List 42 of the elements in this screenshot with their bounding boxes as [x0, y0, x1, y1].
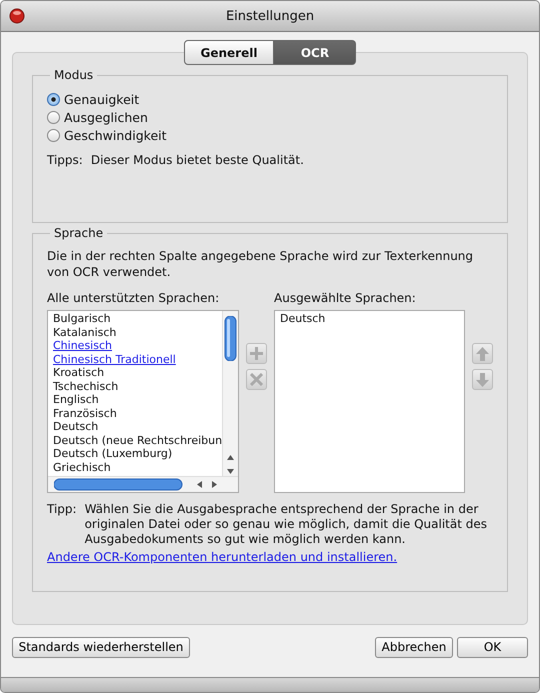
list-item[interactable]: Bulgarisch [48, 312, 224, 326]
list-item[interactable]: Deutsch (neue Rechtschreibun [48, 434, 224, 447]
reset-button[interactable]: Standards wiederherstellen [12, 636, 190, 658]
radio-button[interactable] [47, 110, 60, 124]
radio-option[interactable]: Geschwindigkeit [47, 126, 493, 144]
download-link[interactable]: Andere OCR-Komponenten herunterladen und installieren. [47, 550, 493, 564]
list-item[interactable]: Deutsch [275, 312, 451, 326]
down-arrow-icon [476, 372, 489, 386]
list-item[interactable]: Griechisch [48, 460, 224, 474]
radio-button[interactable] [47, 92, 60, 106]
list-item[interactable]: Tschechisch [48, 380, 224, 393]
scroll-thumb[interactable] [224, 316, 237, 361]
tab[interactable]: Generell [184, 40, 274, 65]
ok-button[interactable]: OK [457, 636, 528, 658]
group-title: Sprache [50, 225, 108, 241]
list-item[interactable]: Chinesisch Traditionell [48, 352, 224, 366]
radio-option[interactable]: Genauigkeit [47, 90, 493, 108]
close-icon[interactable] [9, 8, 25, 24]
list-item[interactable]: Katalanisch [48, 326, 224, 339]
list-label: Alle unterstützten Sprachen: [47, 291, 220, 306]
plus-icon [250, 347, 263, 360]
list-item[interactable]: Englisch [48, 393, 224, 406]
list-item[interactable]: Deutsch (Luxemburg) [48, 447, 224, 460]
radio-button[interactable] [47, 128, 60, 142]
cancel-button[interactable]: Abbrechen [375, 636, 453, 658]
tip-text: Dieser Modus bietet beste Qualität. [90, 153, 304, 168]
list-item[interactable]: Französisch [48, 406, 224, 420]
tip-label: Tipps: [47, 153, 83, 168]
list-label: Ausgewählte Sprachen: [274, 291, 417, 306]
window-title: Einstellungen [226, 8, 314, 24]
list-item[interactable]: Chinesisch [48, 339, 224, 352]
selected-languages-list[interactable]: Deutsch [274, 310, 465, 493]
tip-label: Tipp: [47, 502, 77, 518]
description-text: Die in der rechten Spalte angegebene Sprache wird zur Texterkennung von OCR verwendet. [47, 248, 474, 280]
tip-text: Wählen Sie die Ausgabesprache entsprechend der Sprache in der originalen Datei oder so genau wie möglich, damit die Qualität des Ausgabedokuments so gut wie möglich werden kann. [84, 502, 488, 547]
list-item[interactable]: Deutsch [48, 420, 224, 434]
radio-option[interactable]: Ausgeglichen [47, 108, 493, 126]
x-icon [250, 373, 263, 386]
up-arrow-icon [476, 346, 489, 360]
list-item[interactable]: Kroatisch [48, 366, 224, 380]
languages-list[interactable]: Bulgarisch Katalanisch Chinesisch Chinesisch Traditionell Kroatisch Tschechisch Englisch Französisch Deutsch Deutsch (neue Rechtschreibun Deutsch (Luxemburg) Griechisch [47, 310, 239, 493]
tab[interactable]: OCR [274, 40, 356, 65]
